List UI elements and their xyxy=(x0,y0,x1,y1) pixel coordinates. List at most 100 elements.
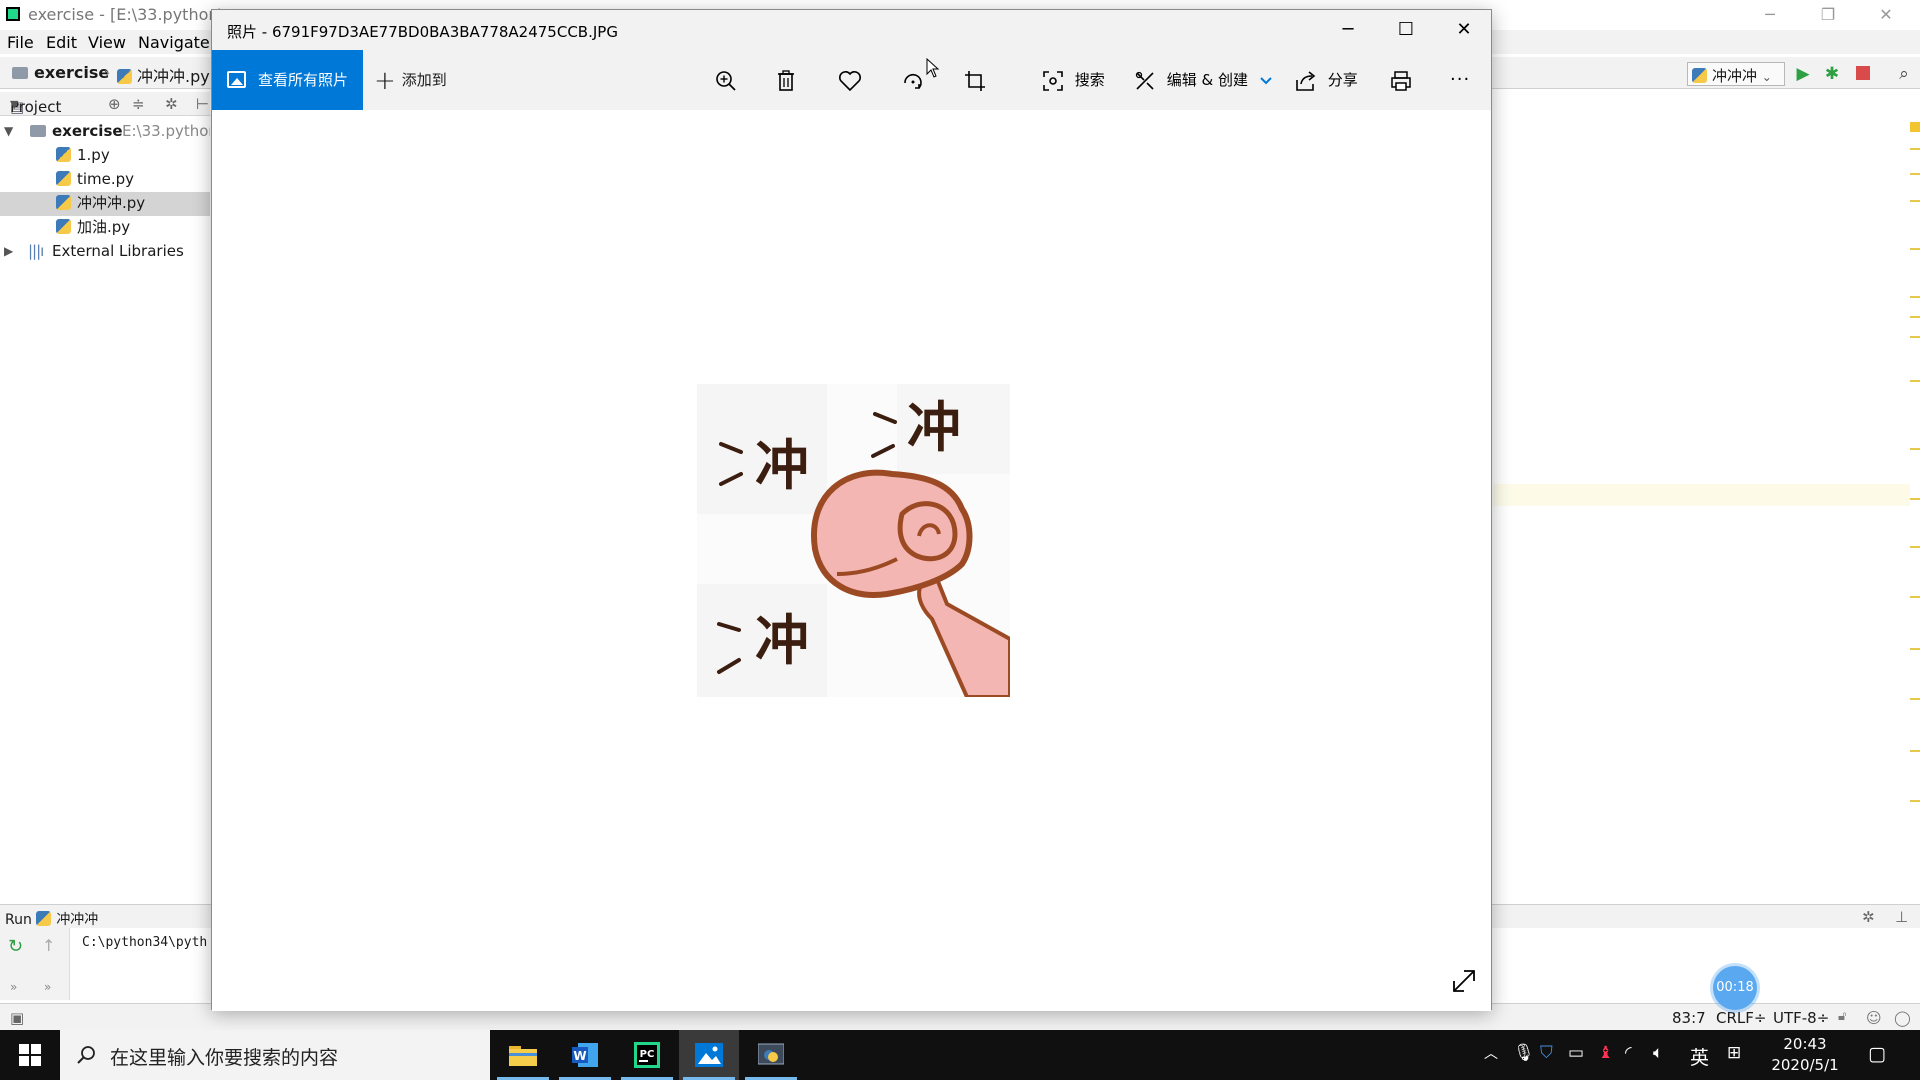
word-taskbar-button[interactable]: W xyxy=(555,1030,615,1080)
expand-icon[interactable]: » xyxy=(10,980,17,994)
chevron-down-icon: ⌄ xyxy=(1761,70,1772,84)
gutter-mark[interactable] xyxy=(1910,448,1920,450)
ime-mode-icon[interactable]: ⊞ xyxy=(1727,1043,1741,1063)
print-button[interactable] xyxy=(1390,64,1412,96)
gutter-mark[interactable] xyxy=(1910,380,1920,382)
gutter-mark[interactable] xyxy=(1910,200,1920,202)
battery-icon[interactable]: ▭ xyxy=(1568,1043,1584,1063)
gutter-mark[interactable] xyxy=(1910,316,1920,318)
photo-viewer-canvas[interactable]: 冲 冲 冲 xyxy=(212,110,1491,1011)
gutter-mark[interactable] xyxy=(1910,336,1920,338)
hide-panel-icon[interactable]: ⊥ xyxy=(1895,908,1908,926)
add-to-button[interactable]: + 添加到 xyxy=(374,50,447,110)
rotate-button[interactable] xyxy=(901,64,925,96)
run-tab[interactable]: Run 冲冲冲 xyxy=(5,909,98,929)
gutter-mark[interactable] xyxy=(1910,498,1920,500)
svg-text:PC: PC xyxy=(640,1049,655,1060)
tree-file-1py[interactable]: 1.py xyxy=(0,144,210,168)
wifi-icon[interactable]: ◜ xyxy=(1625,1043,1632,1063)
ide-close-button[interactable]: ✕ xyxy=(1866,2,1906,28)
menu-file[interactable]: File xyxy=(7,33,34,52)
breadcrumb-file[interactable]: 冲冲冲.py xyxy=(117,63,210,87)
file-encoding[interactable]: UTF-8÷ xyxy=(1773,1009,1829,1027)
hide-panel-icon[interactable]: ⊢ xyxy=(196,95,209,113)
run-icon[interactable]: ▶ xyxy=(1792,63,1814,85)
volume-icon[interactable]: 🔈︎ xyxy=(1653,1043,1663,1063)
file-explorer-taskbar-button[interactable] xyxy=(493,1030,553,1080)
expand-icon[interactable]: » xyxy=(44,980,51,994)
microphone-icon[interactable]: 🎙︎ xyxy=(1513,1043,1535,1063)
delete-button[interactable] xyxy=(776,64,796,96)
notification-center-icon[interactable]: ▢ xyxy=(1868,1043,1886,1065)
more-options-button[interactable]: ··· xyxy=(1450,64,1470,96)
tree-file-timepy[interactable]: time.py xyxy=(0,168,210,192)
lock-icon[interactable]: 🔓︎ xyxy=(1838,1009,1846,1024)
tree-external-libraries[interactable]: ▶ |||ı External Libraries xyxy=(0,240,210,264)
photos-close-button[interactable]: ✕ xyxy=(1436,10,1492,50)
python-window-icon xyxy=(758,1043,784,1065)
photos-taskbar-button[interactable] xyxy=(679,1030,739,1080)
gear-icon[interactable]: ✲ xyxy=(165,95,178,113)
python-taskbar-button[interactable] xyxy=(741,1030,801,1080)
gutter-mark[interactable] xyxy=(1910,173,1920,175)
gutter-mark[interactable] xyxy=(1910,698,1920,700)
up-arrow-icon[interactable]: ↑ xyxy=(42,936,55,955)
security-shield-icon[interactable]: ⛉ xyxy=(1540,1043,1553,1063)
visual-search-button[interactable]: 搜索 xyxy=(1042,64,1105,96)
menu-navigate[interactable]: Navigate xyxy=(138,33,210,52)
run-console-output: C:\python34\pyth xyxy=(82,935,208,950)
ide-minimize-button[interactable]: ─ xyxy=(1750,2,1790,28)
gutter-mark[interactable] xyxy=(1910,546,1920,548)
gutter-mark[interactable] xyxy=(1910,148,1920,150)
run-configuration-select[interactable]: 冲冲冲 ⌄ xyxy=(1687,62,1785,86)
menu-edit[interactable]: Edit xyxy=(46,33,77,52)
tree-file-jiayou[interactable]: 加油.py xyxy=(0,216,210,240)
taskbar-search-box[interactable]: 在这里输入你要搜索的内容 xyxy=(60,1030,490,1080)
tree-root-exercise[interactable]: ▼ exercise E:\33.python xyxy=(0,120,210,144)
gutter-mark[interactable] xyxy=(1910,596,1920,598)
ide-restore-button[interactable]: ❐ xyxy=(1808,2,1848,28)
edit-create-button[interactable]: 编辑 & 创建 xyxy=(1134,64,1273,96)
inspector-icon[interactable]: ☺ xyxy=(1866,1009,1882,1027)
editor-marker-stripe xyxy=(1910,118,1920,878)
tool-windows-icon[interactable]: ▣ xyxy=(10,1009,24,1027)
gutter-mark[interactable] xyxy=(1910,296,1920,298)
share-button[interactable]: 分享 xyxy=(1295,64,1358,96)
start-button[interactable] xyxy=(0,1030,60,1080)
event-log-icon[interactable]: ◯ xyxy=(1894,1009,1911,1027)
gutter-mark[interactable] xyxy=(1910,248,1920,250)
show-hidden-icons-chevron-icon[interactable]: ︿ xyxy=(1484,1043,1498,1063)
gutter-mark[interactable] xyxy=(1910,750,1920,752)
editor-current-line xyxy=(1493,484,1910,506)
collapse-all-icon[interactable]: ≑ xyxy=(132,95,145,113)
zoom-button[interactable] xyxy=(715,64,737,96)
debug-icon[interactable]: ✱ xyxy=(1821,63,1843,85)
photos-maximize-button[interactable]: ☐ xyxy=(1378,10,1434,50)
view-all-photos-label: 查看所有照片 xyxy=(258,71,349,89)
gear-icon[interactable]: ✲ xyxy=(1862,908,1875,926)
stop-icon[interactable] xyxy=(1852,63,1874,85)
app-tray-icon[interactable]: ♝ xyxy=(1598,1043,1613,1063)
pycharm-taskbar-button[interactable]: PC xyxy=(617,1030,677,1080)
breadcrumb-project[interactable]: exercise xyxy=(12,63,109,82)
view-all-photos-button[interactable]: 查看所有照片 xyxy=(212,50,363,110)
crop-button[interactable] xyxy=(964,64,986,96)
gutter-mark[interactable] xyxy=(1910,648,1920,650)
warning-indicator-icon[interactable] xyxy=(1910,122,1920,132)
system-clock[interactable]: 20:43 2020/5/1 xyxy=(1760,1034,1850,1076)
favorite-button[interactable] xyxy=(838,64,862,96)
caret-position[interactable]: 83:7 xyxy=(1672,1009,1706,1027)
rerun-icon[interactable]: ↻ xyxy=(8,936,23,957)
pycharm-icon: PC xyxy=(634,1042,660,1068)
search-everywhere-icon[interactable]: ⌕ xyxy=(1893,63,1915,85)
menu-view[interactable]: View xyxy=(88,33,126,52)
photos-minimize-button[interactable]: ─ xyxy=(1320,10,1376,50)
expand-fullscreen-icon[interactable] xyxy=(1450,967,1478,995)
share-icon xyxy=(1296,70,1316,91)
recording-timer-badge[interactable]: 00:18 xyxy=(1713,966,1757,1010)
ime-language-indicator[interactable]: 英 xyxy=(1690,1043,1709,1070)
line-separator[interactable]: CRLF÷ xyxy=(1716,1009,1766,1027)
gutter-mark[interactable] xyxy=(1910,800,1920,802)
locate-icon[interactable]: ⊕ xyxy=(108,95,121,113)
tree-file-chongchongchong[interactable]: 冲冲冲.py xyxy=(0,192,210,216)
